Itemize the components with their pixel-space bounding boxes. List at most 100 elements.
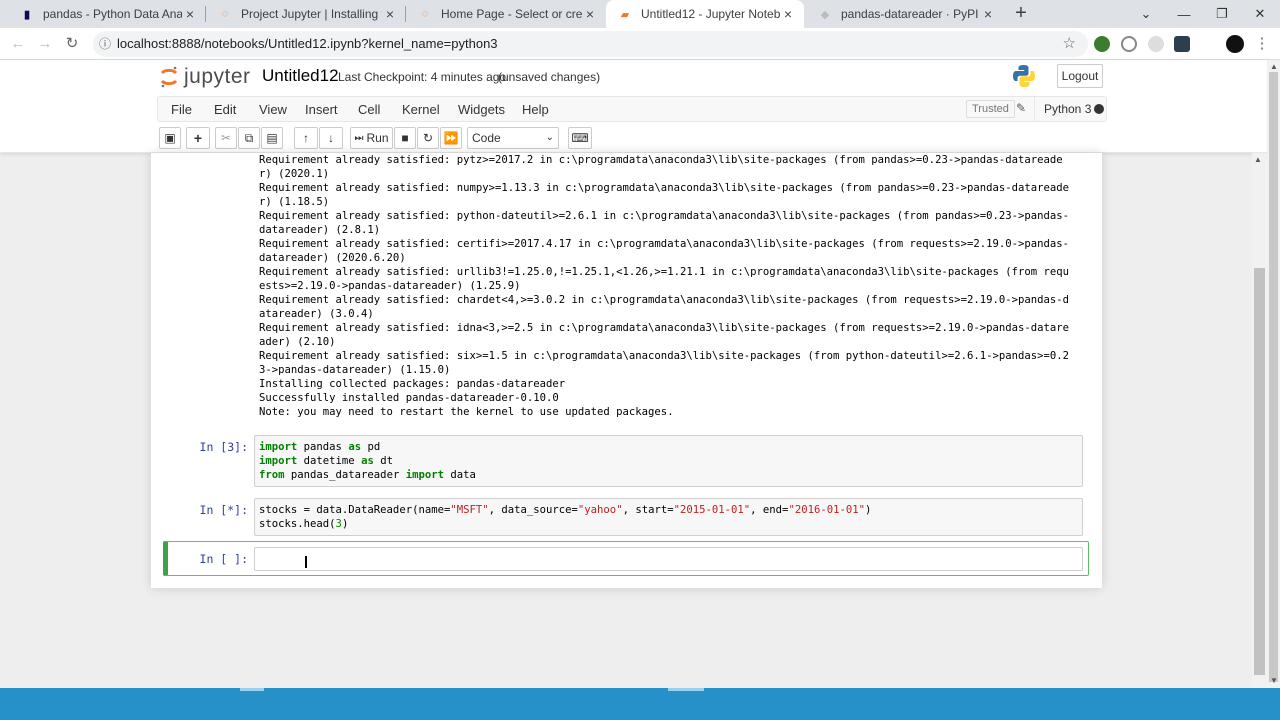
restore-icon[interactable]: ❐ [1203,0,1241,28]
reload-icon[interactable]: ↻ [62,34,82,54]
extension-dark-icon[interactable] [1174,36,1190,52]
kernel-busy-indicator [1094,104,1104,114]
code-line: import datetime as dt [259,454,1078,468]
url-text: localhost:8888/notebooks/Untitled12.ipyn… [117,36,498,51]
cell-type-select[interactable]: Code ⌄ [467,127,559,149]
close-tab-icon[interactable]: × [780,6,796,22]
pypi-favicon-icon: ◆ [820,8,830,21]
tab-search-icon[interactable]: ⌄ [1127,0,1165,28]
output-line: r) (2020.1) [259,168,330,180]
code-token: dt [373,455,393,467]
code-token: , end= [750,504,789,516]
restart-icon[interactable]: ↻ [417,127,439,149]
code-cell-input[interactable]: stocks = data.DataReader(name="MSFT", da… [254,498,1083,536]
site-info-icon[interactable]: ⓘ [99,31,111,57]
code-token: import [259,455,298,467]
back-icon[interactable]: ← [8,34,28,54]
close-window-icon[interactable]: ✕ [1241,0,1279,28]
run-icon: ⏭ [354,132,364,144]
page-scroll-down-icon[interactable]: ▼ [1270,676,1278,685]
jupyter-logo[interactable]: jupyter [160,65,251,89]
menu-kernel[interactable]: Kernel [402,102,440,117]
logout-button[interactable]: Logout [1057,64,1103,88]
code-token: "MSFT" [450,504,489,516]
close-tab-icon[interactable]: × [382,6,398,22]
paste-icon[interactable]: ▤ [261,127,283,149]
move-down-icon[interactable]: ↓ [319,127,343,149]
tab-title: pandas - Python Data Analysis Li [43,7,182,21]
menu-widgets[interactable]: Widgets [458,102,505,117]
move-up-icon[interactable]: ↑ [294,127,318,149]
python-logo-icon [1013,65,1035,87]
extension-cloud-icon[interactable] [1121,36,1137,52]
interrupt-icon[interactable]: ■ [394,127,416,149]
close-tab-icon[interactable]: × [582,6,598,22]
scroll-up-icon[interactable]: ▲ [1254,155,1262,164]
trusted-indicator[interactable]: Trusted [966,100,1015,118]
menu-cell[interactable]: Cell [358,102,380,117]
browser-tab-strip: ▮ pandas - Python Data Analysis Li × ◌ P… [0,0,1280,28]
cell-type-value: Code [472,131,501,145]
bookmark-star-icon[interactable]: ☆ [1063,31,1076,57]
extension-globe-icon[interactable] [1094,36,1110,52]
edit-mode-pencil-icon: ✎ [1016,101,1027,115]
code-token: , data_source= [488,504,578,516]
browser-menu-icon[interactable]: ⋮ [1252,34,1272,54]
output-line: Requirement already satisfied: six>=1.5 … [259,350,1070,362]
browser-tab-untitled12[interactable]: ▰ Untitled12 - Jupyter Notebook × [606,0,804,28]
output-line: Requirement already satisfied: pytz>=201… [259,154,1063,166]
copy-icon[interactable]: ⧉ [238,127,260,149]
code-token: import [405,469,444,481]
menu-file[interactable]: File [171,102,192,117]
output-line: 3->pandas-datareader) (1.15.0) [259,364,451,376]
menu-insert[interactable]: Insert [305,102,338,117]
save-icon[interactable]: ▣ [159,127,181,149]
browser-tab-home-page[interactable]: ◌ Home Page - Select or create a n × [406,0,606,28]
forward-icon[interactable]: → [35,34,55,54]
code-token: "yahoo" [577,504,623,516]
output-line: Requirement already satisfied: python-da… [259,210,1070,222]
browser-tab-pandas[interactable]: ▮ pandas - Python Data Analysis Li × [8,0,206,28]
code-token: ) [864,504,872,516]
profile-avatar[interactable] [1226,35,1244,53]
keyboard-shortcuts-icon[interactable]: ⌨ [568,127,592,149]
menu-edit[interactable]: Edit [214,102,236,117]
cell-prompt: In [ ]: [199,552,248,566]
code-line: stocks.head(3) [259,517,1078,531]
notebook-name[interactable]: Untitled12 [262,66,339,86]
page-scrollbar-thumb[interactable] [1269,72,1278,682]
run-label: Run [366,131,389,145]
pandas-favicon-icon: ▮ [23,8,31,21]
output-line: Requirement already satisfied: idna<3,>=… [259,322,1070,334]
output-line: datareader) (2020.6.20) [259,252,406,264]
code-token: as [348,441,362,453]
notebook-favicon-icon: ▰ [620,8,630,21]
extension-circle-icon[interactable] [1148,36,1164,52]
browser-tab-pypi[interactable]: ◆ pandas-datareader · PyPI × [806,0,1004,28]
code-token: ) [341,518,349,530]
new-tab-button[interactable]: + [1011,3,1031,24]
address-bar-row: ← → ↻ ⓘ localhost:8888/notebooks/Untitle… [0,28,1280,80]
run-button[interactable]: ⏭ Run [350,127,393,149]
code-line: stocks = data.DataReader(name="MSFT", da… [259,503,1078,517]
notebook-menubar: File Edit View Insert Cell Kernel Widget… [157,96,1107,122]
menu-help[interactable]: Help [522,102,549,117]
notebook-scrollbar-thumb[interactable] [1254,268,1265,675]
code-token: "2015-01-01" [673,504,751,516]
cut-icon[interactable]: ✂ [215,127,237,149]
page-scroll-up-icon[interactable]: ▲ [1270,62,1278,71]
close-tab-icon[interactable]: × [182,6,198,22]
menu-view[interactable]: View [259,102,287,117]
output-line: ader) (2.10) [259,336,336,348]
output-line: Successfully installed pandas-datareader… [259,392,559,404]
minimize-icon[interactable]: — [1165,0,1203,28]
active-code-input[interactable] [254,547,1083,571]
code-token: stocks.head( [259,518,336,530]
code-cell-input[interactable]: import pandas as pd import datetime as dt… [254,435,1083,487]
restart-run-all-icon[interactable]: ⏩ [440,127,462,149]
insert-cell-icon[interactable]: + [186,127,210,149]
code-token: pandas [297,441,349,453]
url-field[interactable]: ⓘ localhost:8888/notebooks/Untitled12.ip… [93,31,1088,57]
close-tab-icon[interactable]: × [980,6,996,22]
browser-tab-jupyter-install[interactable]: ◌ Project Jupyter | Installing the Ju × [206,0,406,28]
